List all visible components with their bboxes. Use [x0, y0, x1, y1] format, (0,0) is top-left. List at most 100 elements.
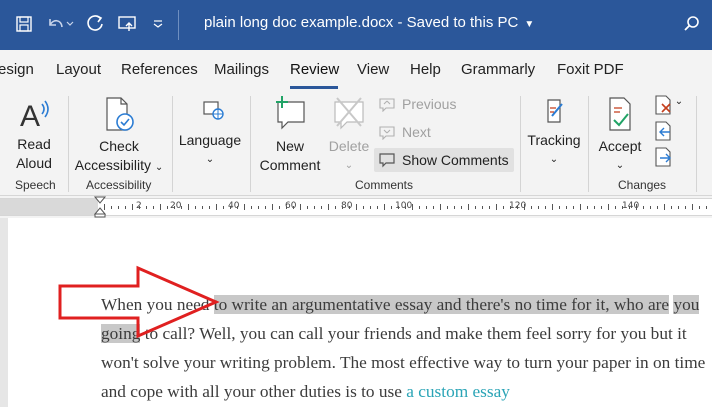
tab-references[interactable]: References: [121, 61, 198, 78]
hyperlink[interactable]: a custom essay: [406, 382, 510, 401]
ribbon-divider: [588, 96, 589, 192]
ruler-tick: [692, 204, 693, 210]
ribbon-divider: [696, 96, 697, 192]
tab-design[interactable]: esign: [0, 61, 34, 78]
ruler-tick: [489, 206, 490, 209]
delete-comment-button[interactable]: Delete ⌄: [326, 94, 372, 175]
ruler-tick: [580, 204, 581, 210]
ruler-tick: [391, 206, 392, 209]
tracking-button[interactable]: Tracking ⌄: [526, 96, 582, 169]
comments-group-label: Comments: [355, 178, 414, 192]
ruler-tick: [293, 206, 294, 209]
ruler-tick: [454, 206, 455, 209]
ruler-tick: [461, 206, 462, 209]
ruler-tick: [447, 206, 448, 209]
ruler-tick: [636, 204, 637, 210]
ruler-tick: [237, 206, 238, 209]
ruler-tick: [622, 206, 623, 209]
tab-mailings[interactable]: Mailings: [214, 61, 269, 78]
read-aloud-label-1: Read: [17, 136, 51, 152]
ruler-tick: [181, 206, 182, 209]
previous-label: Previous: [402, 96, 457, 112]
new-comment-label-1: New: [275, 138, 304, 154]
ruler-tick: [202, 206, 203, 209]
show-comments-content: Show Comments: [378, 152, 509, 168]
ruler-tick: [328, 204, 329, 210]
ruler-tick: [587, 206, 588, 209]
tab-grammarly[interactable]: Grammarly: [461, 61, 535, 78]
ruler-tick: [111, 206, 112, 209]
new-comment-button[interactable]: New Comment: [256, 94, 324, 175]
read-aloud-button[interactable]: A Read Aloud: [12, 96, 56, 173]
new-comment-label-2: Comment: [259, 157, 321, 173]
ruler-tick: [349, 206, 350, 209]
ruler-tick: [230, 206, 231, 209]
tab-view[interactable]: View: [357, 61, 389, 78]
ruler-tick: [503, 206, 504, 209]
ruler-tick: [125, 206, 126, 209]
ruler-tick: [629, 206, 630, 209]
check-accessibility-label-1: Check: [99, 138, 139, 154]
ruler-tick: [300, 204, 301, 210]
undo-dropdown-icon[interactable]: [64, 12, 76, 36]
next-change-button[interactable]: [648, 146, 678, 171]
ruler-tick: [566, 206, 567, 209]
ruler-tick: [153, 206, 154, 209]
ruler-tick: [545, 206, 546, 209]
ruler-tick: [370, 206, 371, 209]
ruler-tick: [195, 206, 196, 209]
customize-qat-icon[interactable]: [146, 12, 170, 36]
ruler-tick: [531, 206, 532, 209]
redo-icon[interactable]: [84, 12, 108, 36]
horizontal-ruler[interactable]: 2 20 40 60 80 100 120 140: [0, 198, 712, 216]
accessibility-group-label: Accessibility: [86, 178, 152, 192]
ruler-tick: [678, 206, 679, 209]
ruler-tick: [594, 206, 595, 209]
ruler-tick: [139, 206, 140, 209]
svg-text:A: A: [20, 100, 40, 132]
ruler-tick: [496, 204, 497, 210]
speech-group-label: Speech: [15, 178, 56, 192]
ruler-tick: [657, 206, 658, 209]
ruler-tick: [167, 206, 168, 209]
accept-label: Accept: [598, 138, 642, 154]
ruler-tick: [272, 204, 273, 210]
accept-icon: [609, 97, 631, 131]
changes-group-label: Changes: [618, 178, 667, 192]
next-change-icon: [655, 147, 671, 167]
annotation-arrow-icon: [58, 265, 220, 339]
ruler-tick: [468, 204, 469, 210]
search-icon[interactable]: [680, 12, 704, 36]
language-icon: [203, 101, 224, 120]
previous-comment-button[interactable]: Previous: [378, 96, 456, 112]
tab-help[interactable]: Help: [410, 61, 441, 78]
check-accessibility-button[interactable]: Check Accessibility ⌄: [72, 96, 166, 177]
save-icon[interactable]: [12, 12, 36, 36]
reject-dropdown-icon[interactable]: ⌄: [674, 96, 684, 107]
tab-layout[interactable]: Layout: [56, 61, 101, 78]
document-title[interactable]: plain long doc example.docx - Saved to t…: [204, 14, 534, 31]
tab-foxit-pdf[interactable]: Foxit PDF: [557, 61, 624, 78]
touch-mode-icon[interactable]: [116, 12, 140, 36]
indent-marker-icon[interactable]: [94, 196, 106, 218]
document-name: plain long doc example.docx: [204, 14, 394, 31]
ruler-tick: [384, 204, 385, 210]
read-aloud-icon: A: [20, 100, 49, 133]
ruler-tick: [174, 206, 175, 209]
ruler-tick: [321, 206, 322, 209]
title-separator-text: -: [393, 14, 407, 31]
ruler-tick: [188, 204, 189, 210]
chevron-down-icon: ⌄: [615, 160, 625, 171]
language-button[interactable]: Language ⌄: [176, 96, 244, 169]
next-label: Next: [402, 124, 431, 140]
ruler-tick: [510, 206, 511, 209]
ruler-tick: [426, 206, 427, 209]
tab-review[interactable]: Review: [290, 61, 339, 78]
ruler-tick: [517, 206, 518, 209]
ruler-tick: [524, 204, 525, 210]
ruler-tick: [118, 206, 119, 209]
ruler-tick: [699, 206, 700, 209]
next-comment-button[interactable]: Next: [378, 124, 431, 140]
accept-button[interactable]: Accept ⌄: [594, 94, 646, 175]
previous-change-button[interactable]: [648, 120, 678, 145]
